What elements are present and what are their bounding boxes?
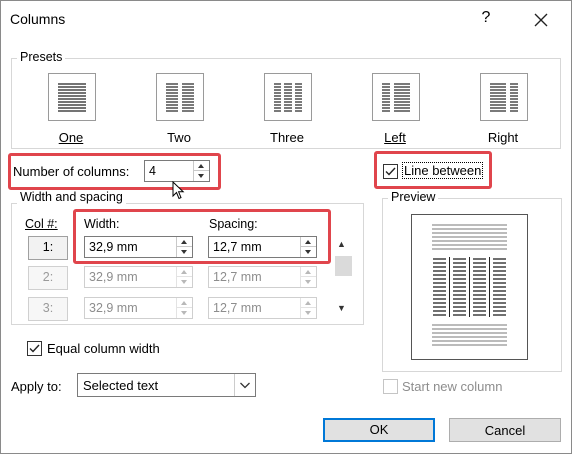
arrow-down-icon [305, 280, 311, 284]
help-button[interactable]: ? [479, 9, 493, 27]
preset-right-button[interactable] [480, 73, 528, 121]
cancel-button[interactable]: Cancel [449, 418, 561, 442]
col-1-width-spinner[interactable]: 32,9 mm [84, 236, 193, 258]
number-of-columns-spinner[interactable]: 4 [144, 160, 210, 182]
col-3-spacing-spinner: 12,7 mm [208, 297, 317, 319]
col-2-spacing-spinner: 12,7 mm [208, 266, 317, 288]
arrow-up-icon [181, 240, 187, 244]
arrow-down-icon [181, 250, 187, 254]
preset-left-icon [382, 83, 410, 112]
preset-one-icon [58, 83, 86, 112]
spin-down-button [177, 277, 192, 287]
scroll-down-button[interactable]: ▼ [337, 303, 346, 313]
arrow-up-icon [305, 301, 311, 305]
number-of-columns-value: 4 [149, 164, 156, 178]
col-1-button[interactable]: 1: [28, 236, 68, 260]
dropdown-button[interactable] [234, 374, 255, 396]
apply-to-value: Selected text [83, 378, 159, 393]
col-header: Col #: [25, 217, 58, 231]
preset-right-icon [490, 83, 518, 112]
chevron-down-icon [240, 382, 250, 389]
equal-column-width-checkbox[interactable] [27, 341, 42, 356]
preset-two-button[interactable] [156, 73, 204, 121]
spin-down-button [177, 308, 192, 318]
col-3-button: 3: [28, 297, 68, 321]
spin-down-button[interactable] [194, 171, 209, 181]
columns-dialog: Columns ? Presets One Two Three Left Rig… [0, 0, 572, 454]
number-of-columns-label: Number of columns: [13, 164, 130, 179]
col-3-width-value: 32,9 mm [89, 301, 138, 315]
line-between-checkbox[interactable] [383, 164, 398, 179]
preview-label: Preview [388, 190, 439, 204]
arrow-down-icon [181, 280, 187, 284]
arrow-up-icon [198, 164, 204, 168]
spin-down-button [301, 308, 316, 318]
arrow-up-icon [305, 270, 311, 274]
apply-to-label: Apply to: [11, 379, 62, 394]
spin-up-button [177, 298, 192, 308]
spin-up-button[interactable] [177, 237, 192, 247]
col-1-width-value: 32,9 mm [89, 240, 138, 254]
start-new-column-checkbox [383, 379, 398, 394]
spin-down-button[interactable] [177, 247, 192, 257]
arrow-down-icon [181, 311, 187, 315]
preset-one-button[interactable] [48, 73, 96, 121]
preset-right-label: Right [487, 130, 519, 145]
col-3-spacing-value: 12,7 mm [213, 301, 262, 315]
spin-up-button [301, 267, 316, 277]
close-button[interactable] [529, 8, 553, 32]
col-2-spacing-value: 12,7 mm [213, 270, 262, 284]
close-icon [534, 13, 548, 27]
preset-three-button[interactable] [264, 73, 312, 121]
col-2-width-spinner: 32,9 mm [84, 266, 193, 288]
width-header: Width: [84, 217, 120, 231]
preset-two-icon [166, 83, 194, 112]
checkmark-icon [29, 344, 40, 353]
scroll-up-button[interactable]: ▲ [337, 239, 346, 249]
arrow-up-icon [181, 301, 187, 305]
spin-down-button[interactable] [301, 247, 316, 257]
preset-two-label: Two [167, 130, 191, 145]
arrow-up-icon [181, 270, 187, 274]
presets-label: Presets [17, 50, 66, 64]
col-2-button: 2: [28, 266, 68, 290]
ok-button[interactable]: OK [323, 418, 435, 442]
preview-page-icon [432, 224, 507, 346]
arrow-down-icon [198, 174, 204, 178]
checkmark-icon [385, 167, 396, 176]
preview-page [411, 214, 528, 360]
spin-up-button [301, 298, 316, 308]
preset-one-label: One [58, 130, 84, 145]
dialog-title: Columns [10, 11, 66, 27]
preset-three-icon [274, 83, 302, 112]
spin-up-button[interactable] [194, 161, 209, 171]
apply-to-select[interactable]: Selected text [77, 373, 256, 397]
preset-left-label: Left [384, 130, 406, 145]
equal-column-width-label: Equal column width [47, 341, 160, 356]
arrow-up-icon [305, 240, 311, 244]
preset-left-button[interactable] [372, 73, 420, 121]
spin-up-button[interactable] [301, 237, 316, 247]
start-new-column-label: Start new column [402, 379, 503, 394]
col-3-width-spinner: 32,9 mm [84, 297, 193, 319]
width-spacing-label: Width and spacing [17, 190, 126, 204]
arrow-down-icon [305, 250, 311, 254]
preset-three-label: Three [270, 130, 304, 145]
spin-down-button [301, 277, 316, 287]
col-1-spacing-value: 12,7 mm [213, 240, 262, 254]
arrow-down-icon [305, 311, 311, 315]
mouse-cursor-icon [172, 181, 185, 200]
line-between-label: Line between [402, 162, 484, 179]
spacing-header: Spacing: [209, 217, 258, 231]
scrollbar-thumb[interactable] [335, 256, 352, 276]
col-2-width-value: 32,9 mm [89, 270, 138, 284]
col-1-spacing-spinner[interactable]: 12,7 mm [208, 236, 317, 258]
spin-up-button [177, 267, 192, 277]
